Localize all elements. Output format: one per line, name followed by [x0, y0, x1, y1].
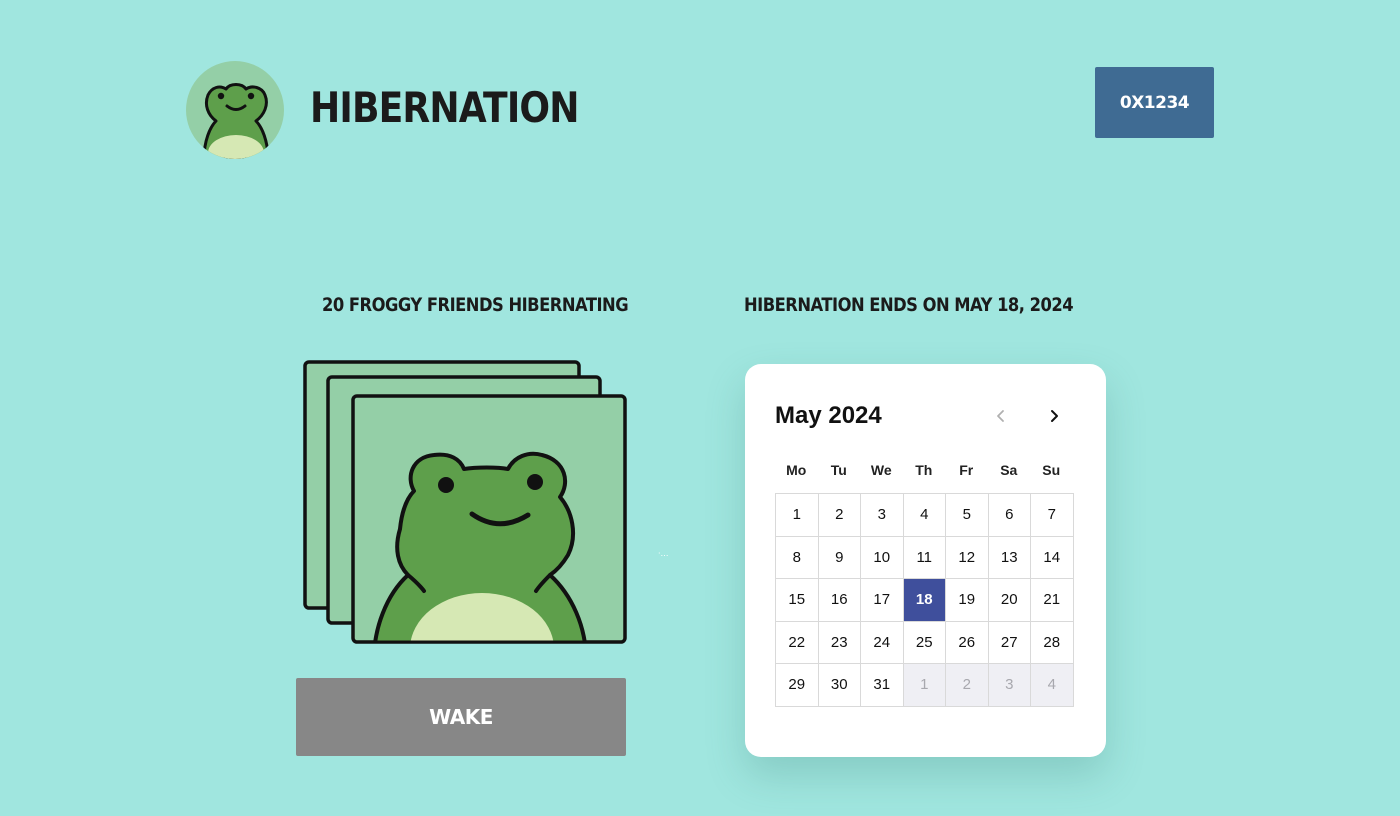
calendar-day[interactable]: 23 — [818, 621, 861, 664]
calendar-day[interactable]: 1 — [903, 664, 946, 707]
calendar-day[interactable]: 1 — [776, 494, 819, 537]
calendar-day[interactable]: 17 — [861, 579, 904, 622]
calendar-day[interactable]: 7 — [1031, 494, 1074, 537]
calendar-day[interactable]: 5 — [946, 494, 989, 537]
wake-button[interactable]: WAKE — [296, 678, 626, 756]
calendar-day-selected[interactable]: 18 — [903, 579, 946, 622]
calendar-day[interactable]: 4 — [903, 494, 946, 537]
calendar-day[interactable]: 20 — [988, 579, 1031, 622]
chevron-right-icon — [1051, 410, 1058, 422]
calendar-day[interactable]: 13 — [988, 536, 1031, 579]
calendar-day[interactable]: 16 — [818, 579, 861, 622]
calendar-day[interactable]: 8 — [776, 536, 819, 579]
calendar-day[interactable]: 30 — [818, 664, 861, 707]
wallet-address-button[interactable]: 0X1234 — [1095, 67, 1214, 138]
calendar-day[interactable]: 14 — [1031, 536, 1074, 579]
calendar-day[interactable]: 2 — [818, 494, 861, 537]
calendar-day[interactable]: 21 — [1031, 579, 1074, 622]
calendar-day[interactable]: 26 — [946, 621, 989, 664]
calendar-day[interactable]: 25 — [903, 621, 946, 664]
calendar-day[interactable]: 6 — [988, 494, 1031, 537]
calendar-day[interactable]: 2 — [946, 664, 989, 707]
calendar-day[interactable]: 28 — [1031, 621, 1074, 664]
calendar-day[interactable]: 27 — [988, 621, 1031, 664]
calendar-month-label: May 2024 — [775, 402, 882, 429]
calendar-day-grid: 1 2 3 4 5 6 7 8 9 10 11 12 13 14 15 16 17 18 19 20 21 22 23 24 2… — [775, 493, 1074, 707]
weekday-label: Mo — [786, 462, 807, 478]
calendar-day[interactable]: 31 — [861, 664, 904, 707]
calendar-day[interactable]: 3 — [988, 664, 1031, 707]
calendar-day[interactable]: 15 — [776, 579, 819, 622]
calendar-day[interactable]: 11 — [903, 536, 946, 579]
calendar-day[interactable]: 9 — [818, 536, 861, 579]
weekday-label: Fr — [959, 462, 974, 478]
hibernating-count-heading: 20 FROGGY FRIENDS HIBERNATING — [322, 294, 629, 316]
calendar-day[interactable]: 3 — [861, 494, 904, 537]
frog-icon — [202, 83, 270, 159]
weekday-label: Sa — [1000, 462, 1018, 478]
weekday-header-row: Mo Tu We Th Fr Sa Su — [775, 462, 1073, 478]
weekday-label: We — [870, 462, 892, 478]
chevron-left-icon — [997, 410, 1004, 422]
app-title: HIBERNATION — [310, 83, 579, 132]
hibernation-end-heading: HIBERNATION ENDS ON MAY 18, 2024 — [744, 294, 1074, 316]
calendar-day[interactable]: 12 — [946, 536, 989, 579]
calendar-day[interactable]: 19 — [946, 579, 989, 622]
weekday-label: Th — [915, 462, 933, 478]
calendar-day[interactable]: 29 — [776, 664, 819, 707]
weekday-label: Su — [1042, 462, 1061, 478]
next-month-button[interactable] — [1042, 404, 1066, 428]
app-logo — [186, 61, 284, 159]
calendar-day[interactable]: 10 — [861, 536, 904, 579]
weekday-label: Tu — [830, 462, 847, 478]
previous-month-button[interactable] — [989, 404, 1013, 428]
calendar-day[interactable]: 4 — [1031, 664, 1074, 707]
date-calendar: May 2024 Mo Tu We Th Fr Sa Su 1 2 3 4 5 6 7 8 9 10 11 12 1… — [745, 364, 1106, 757]
frog-card-stack — [302, 359, 630, 647]
stray-mark: ·… — [658, 549, 669, 558]
calendar-day[interactable]: 24 — [861, 621, 904, 664]
calendar-day[interactable]: 22 — [776, 621, 819, 664]
